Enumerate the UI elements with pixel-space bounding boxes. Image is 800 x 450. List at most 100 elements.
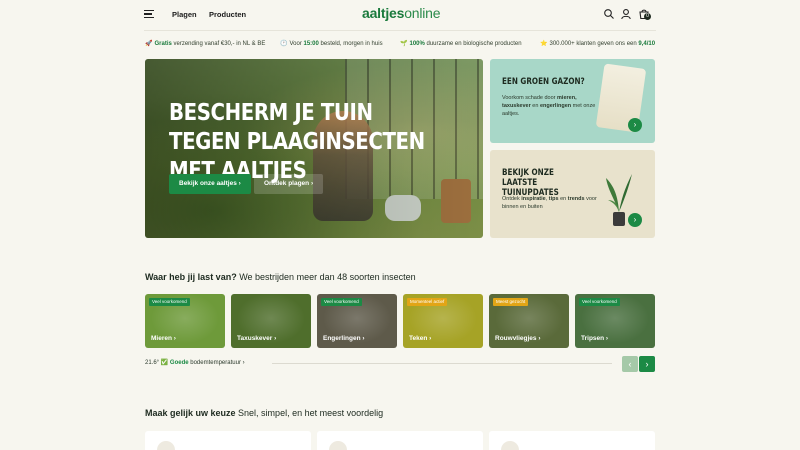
usp-shipping: 🚀 Gratis verzending vanaf €30,- in NL & B…: [145, 40, 265, 47]
text-strong: inspiratie: [521, 196, 546, 202]
promo-updates-arrow-button[interactable]: ›: [628, 213, 642, 227]
chevron-right-icon: ›: [238, 180, 241, 187]
insect-badge: Meest gezocht: [493, 298, 529, 306]
choice-card[interactable]: [317, 431, 483, 450]
insect-name: Tripsen: [581, 335, 605, 342]
sprout-icon: 🌱: [400, 41, 408, 47]
promo-lawn-arrow-button[interactable]: ›: [628, 118, 642, 132]
usp-strong: 15:00: [303, 41, 319, 47]
choice-icon: [157, 441, 175, 450]
chevron-right-icon: ›: [171, 335, 176, 342]
text-part: en: [530, 103, 540, 109]
title-rest: We bestrijden meer dan 48 soorten insect…: [236, 272, 416, 282]
chevron-right-icon: ›: [536, 335, 541, 342]
header-divider: [144, 30, 656, 31]
title-strong: Maak gelijk uw keuze: [145, 408, 236, 418]
site-logo[interactable]: aaltjesonline: [362, 5, 441, 21]
insect-card[interactable]: Veel voorkomend Tripsen ›: [575, 294, 655, 348]
insect-badge: Veel voorkomend: [149, 298, 190, 306]
insect-badge: Veel voorkomend: [321, 298, 362, 306]
usp-pre: 300.000+ klanten geven ons een: [549, 41, 639, 47]
chevron-right-icon: ›: [360, 335, 365, 342]
insect-card[interactable]: Veel voorkomend Engerlingen ›: [317, 294, 397, 348]
button-label: Bekijk onze aaltjes: [179, 180, 237, 187]
insect-name: Taxuskever: [237, 335, 273, 342]
usp-text: besteld, morgen in huis: [318, 41, 383, 47]
temp-status: Goede: [169, 360, 189, 366]
hero-title: Bescherm je tuin tegen plaaginsecten met…: [169, 100, 425, 184]
insect-card[interactable]: Taxuskever ›: [231, 294, 311, 348]
usp-strong: Gratis: [154, 41, 172, 47]
temp-text: bodemtemperatuur: [188, 360, 241, 366]
text-strong: tips: [548, 196, 559, 202]
view-nematodes-button[interactable]: Bekijk onze aaltjes ›: [169, 174, 251, 194]
cart-count-badge: 0: [644, 13, 651, 20]
usp-strong: 9,4/10: [638, 41, 656, 47]
site-header: Plagen Producten aaltjesonline 0: [0, 0, 800, 30]
insects-section-title: Waar heb jij last van? We bestrijden mee…: [145, 272, 416, 282]
usp-pre: Voor: [289, 41, 304, 47]
promo-text: Ontdek inspiratie, tips en trends voor b…: [502, 195, 602, 211]
promo-title: Bekijk onze laatste tuinupdates: [502, 168, 559, 198]
chevron-right-icon: ›: [310, 180, 314, 187]
chevron-right-icon: ›: [272, 335, 277, 342]
insect-label: Mieren ›: [151, 335, 176, 342]
choice-card[interactable]: [145, 431, 311, 450]
search-icon[interactable]: [603, 8, 615, 20]
text-part: en: [558, 196, 568, 202]
nav-plagen[interactable]: Plagen: [172, 10, 197, 19]
insect-label: Tripsen ›: [581, 335, 608, 342]
usp-text: duurzame en biologische producten: [424, 41, 522, 47]
clock-icon: 🕐: [280, 41, 288, 47]
chevron-right-icon: ›: [427, 335, 432, 342]
insect-label: Engerlingen ›: [323, 335, 365, 342]
insect-card[interactable]: Meest gezocht Rouwvliegjes ›: [489, 294, 569, 348]
insect-name: Rouwvliegjes: [495, 335, 537, 342]
logo-rest: online: [404, 5, 441, 21]
star-icon: ⭐: [540, 41, 548, 47]
menu-icon[interactable]: [144, 10, 154, 19]
insect-name: Mieren: [151, 335, 172, 342]
insect-label: Teken ›: [409, 335, 431, 342]
insect-card[interactable]: Veel voorkomend Mieren ›: [145, 294, 225, 348]
discover-pests-button[interactable]: Ontdek plagen ›: [254, 174, 324, 194]
title-strong: Waar heb jij last van?: [145, 272, 237, 282]
title-rest: Snel, simpel, en het meest voordelig: [235, 408, 384, 418]
button-label: Ontdek plagen: [264, 180, 310, 187]
rocket-icon: 🚀: [145, 41, 153, 47]
promo-title: Een groen gazon?: [502, 77, 585, 87]
carousel-next-button[interactable]: ›: [639, 356, 655, 372]
usp-strong: 100%: [409, 41, 425, 47]
insect-badge: Veel voorkomend: [579, 298, 620, 306]
logo-bold: aaltjes: [362, 5, 405, 21]
chevron-right-icon: ›: [604, 335, 609, 342]
choice-card[interactable]: [489, 431, 655, 450]
nav-producten[interactable]: Producten: [209, 10, 246, 19]
text-strong: engerlingen: [539, 103, 572, 109]
insect-badge: Momenteel actief: [407, 298, 448, 306]
soil-temperature: 21.6° ✅ Goede bodemtemperatuur ›: [145, 359, 245, 366]
chevron-right-icon: ›: [242, 360, 245, 366]
usp-rating: ⭐ 300.000+ klanten geven ons een 9,4/10: [540, 40, 655, 47]
choice-icon: [501, 441, 519, 450]
usp-sustainable: 🌱 100% duurzame en biologische producten: [400, 40, 522, 47]
text-strong: trends: [567, 196, 585, 202]
text-part: Ontdek: [502, 196, 522, 202]
temp-value: 21.6°: [145, 360, 160, 366]
text-part: Voorkom schade door: [502, 95, 558, 101]
insect-card[interactable]: Momenteel actief Teken ›: [403, 294, 483, 348]
hero-banner[interactable]: Bescherm je tuin tegen plaaginsecten met…: [145, 59, 483, 238]
check-icon: ✅: [160, 360, 169, 366]
usp-text: verzending vanaf €30,- in NL & BE: [171, 41, 266, 47]
choice-icon: [329, 441, 347, 450]
carousel-track[interactable]: [272, 363, 612, 364]
insect-label: Taxuskever ›: [237, 335, 276, 342]
carousel-prev-button[interactable]: ‹: [622, 356, 638, 372]
user-icon[interactable]: [620, 8, 632, 20]
promo-text: Voorkom schade door mieren, taxuskever e…: [502, 94, 602, 118]
insect-name: Teken: [409, 335, 428, 342]
insect-name: Engerlingen: [323, 335, 361, 342]
insect-label: Rouwvliegjes ›: [495, 335, 541, 342]
choice-section-title: Maak gelijk uw keuze Snel, simpel, en he…: [145, 408, 383, 418]
usp-delivery: 🕐 Voor 15:00 besteld, morgen in huis: [280, 40, 383, 47]
